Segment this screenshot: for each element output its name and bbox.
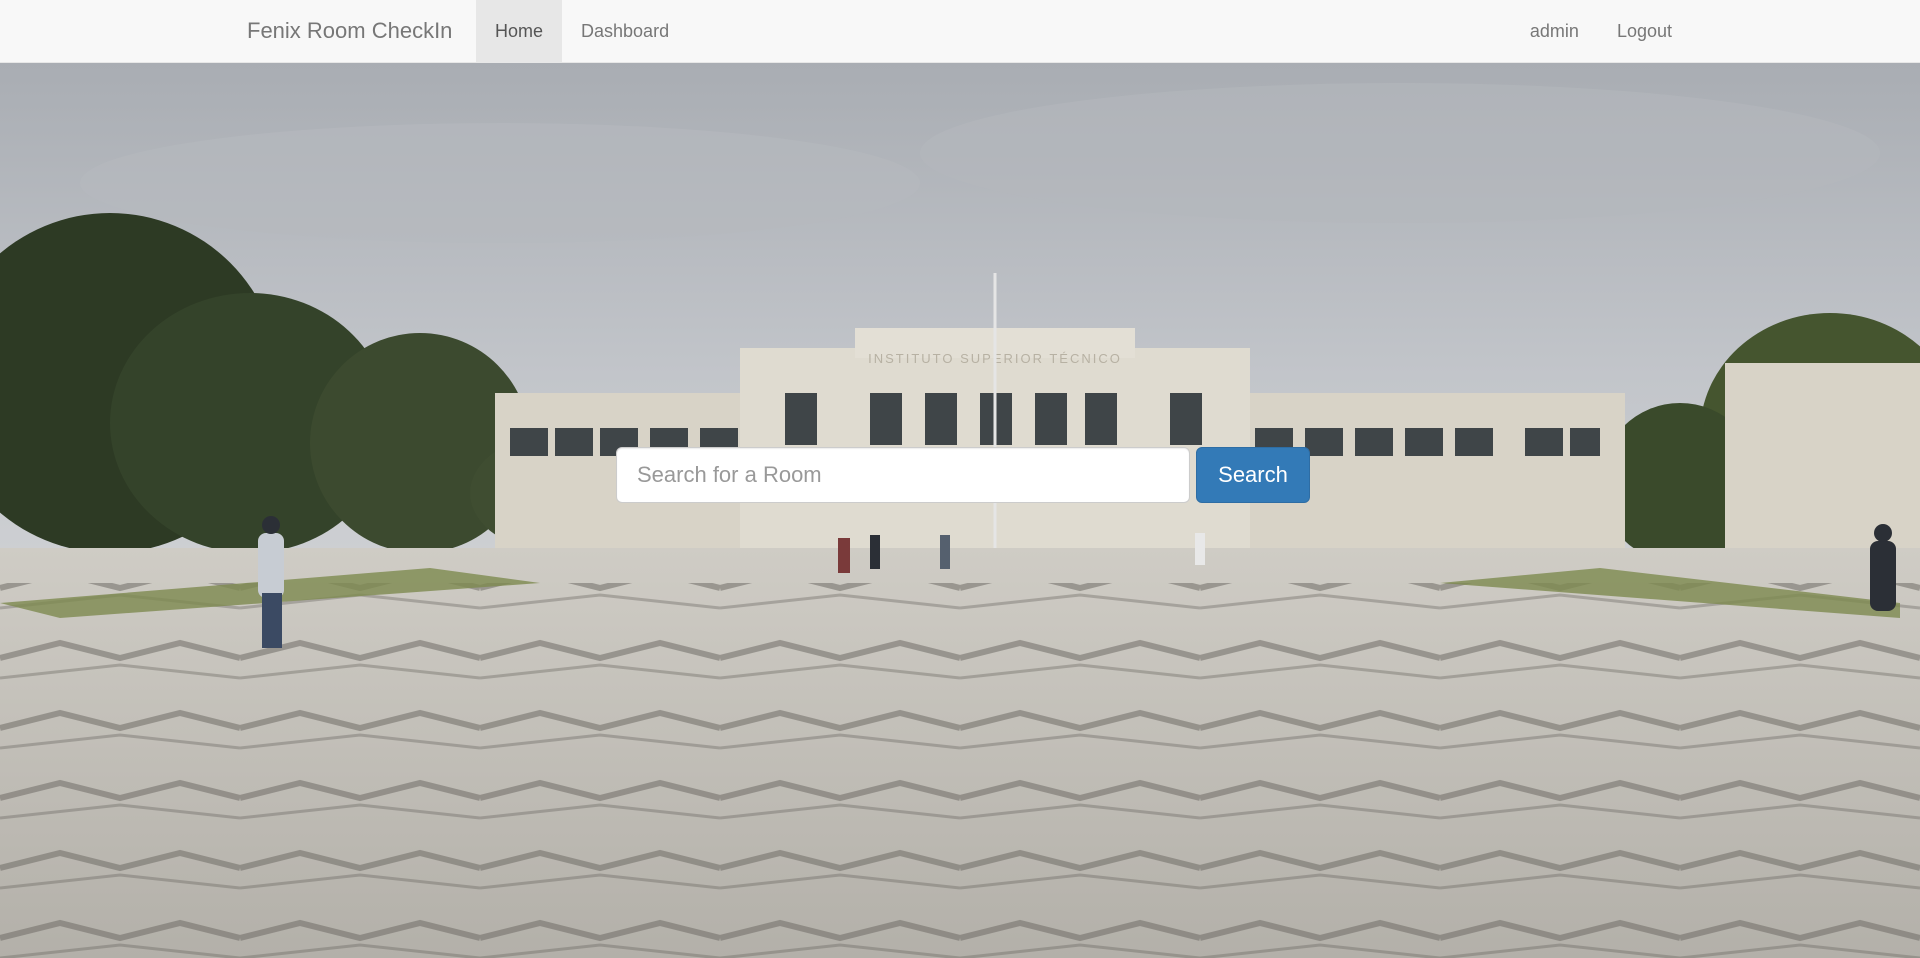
room-search-form: Search	[616, 447, 1310, 503]
brand-link[interactable]: Fenix Room CheckIn	[247, 0, 452, 62]
hero-background: INSTITUTO SUPERIOR TÉCNICO	[0, 63, 1920, 958]
campus-photo: INSTITUTO SUPERIOR TÉCNICO	[0, 63, 1920, 958]
room-search-input[interactable]	[616, 447, 1190, 503]
nav-dashboard-link[interactable]: Dashboard	[562, 0, 688, 62]
top-navbar: Fenix Room CheckIn Home Dashboard admin …	[0, 0, 1920, 63]
nav-logout-link[interactable]: Logout	[1598, 0, 1691, 62]
nav-home-link[interactable]: Home	[476, 0, 563, 62]
pavement-pattern	[0, 583, 1920, 958]
nav-right: admin Logout	[1511, 0, 1691, 62]
nav-user-link[interactable]: admin	[1511, 0, 1598, 62]
search-button[interactable]: Search	[1196, 447, 1310, 503]
nav-left: Home Dashboard	[476, 0, 688, 62]
